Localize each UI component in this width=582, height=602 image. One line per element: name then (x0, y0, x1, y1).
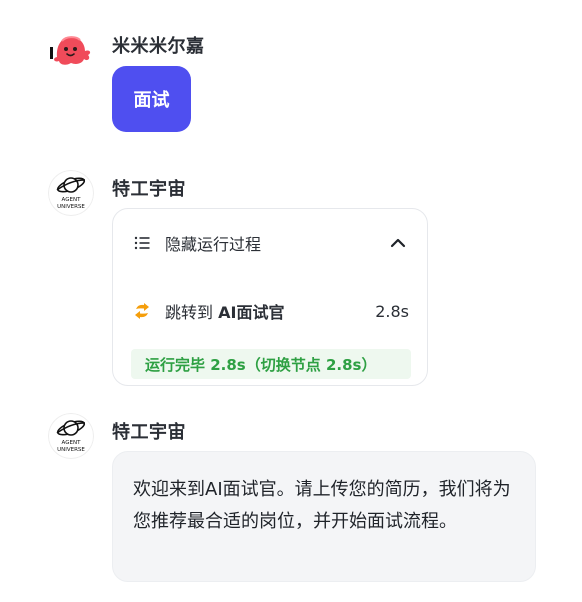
step-target: AI面试官 (218, 303, 285, 322)
toggle-label: 隐藏运行过程 (165, 235, 262, 254)
user-message-bubble: 面试 (112, 66, 191, 132)
user-name: 米米米尔嘉 (112, 36, 205, 57)
avatar-text-line1: AGENT (62, 440, 82, 446)
avatar-text-line1: AGENT (62, 197, 82, 203)
run-step-row: 跳转到 AI面试官 2.8s (113, 291, 427, 331)
avatar-text-line2: UNIVERSE (57, 447, 85, 453)
user-avatar[interactable] (48, 27, 94, 73)
agent-avatar[interactable]: AGENT UNIVERSE (48, 170, 94, 216)
switch-arrows-icon (135, 303, 149, 319)
step-text: 跳转到 AI面试官 (165, 299, 375, 323)
run-process-card: 隐藏运行过程 跳转到 AI面试官 2.8s 运行完毕 2.8s（切换节点 2.8… (112, 208, 428, 386)
chat-page: 米米米尔嘉 面试 AGENT UNIVERSE 特工宇宙 隐藏运行过程 跳转到 … (0, 0, 582, 602)
agent-avatar[interactable]: AGENT UNIVERSE (48, 413, 94, 459)
planet-logo-icon: AGENT UNIVERSE (48, 170, 94, 216)
agent-name: 特工宇宙 (112, 422, 186, 443)
run-summary-text: 运行完毕 2.8s（切换节点 2.8s） (145, 355, 377, 374)
list-icon (134, 236, 150, 250)
user-message-text: 面试 (133, 90, 170, 111)
octopus-avatar-icon (48, 27, 94, 73)
planet-logo-icon: AGENT UNIVERSE (48, 413, 94, 459)
step-prefix: 跳转到 (165, 303, 214, 322)
agent-message-text: 欢迎来到AI面试官。请上传您的简历，我们将为您推荐最合适的岗位，并开始面试流程。 (133, 479, 511, 532)
avatar-text-line2: UNIVERSE (57, 204, 85, 210)
agent-name: 特工宇宙 (112, 179, 186, 200)
chevron-up-icon[interactable] (389, 234, 407, 252)
run-process-toggle[interactable]: 隐藏运行过程 (113, 209, 427, 277)
agent-message-bubble: 欢迎来到AI面试官。请上传您的简历，我们将为您推荐最合适的岗位，并开始面试流程。 (112, 451, 536, 582)
run-summary-badge: 运行完毕 2.8s（切换节点 2.8s） (131, 349, 411, 379)
step-time: 2.8s (375, 301, 409, 321)
